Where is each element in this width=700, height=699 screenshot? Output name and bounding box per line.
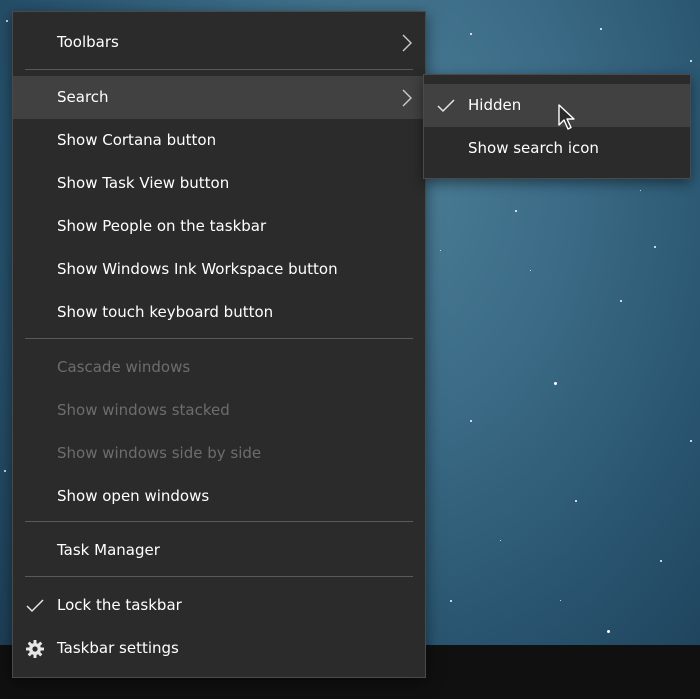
menu-separator [25,521,413,522]
menu-item-show-open-windows[interactable]: Show open windows [13,475,425,518]
wallpaper-star [660,560,662,562]
menu-item-cascade-windows: Cascade windows [13,346,425,389]
menu-item-label: Show People on the taskbar [57,217,267,235]
submenu-item-hidden[interactable]: Hidden [424,84,690,127]
menu-item-show-people[interactable]: Show People on the taskbar [13,205,425,248]
submenu-item-label: Show search icon [468,139,599,157]
wallpaper-star [450,600,452,602]
menu-item-show-cortana-button[interactable]: Show Cortana button [13,119,425,162]
checkmark-icon [26,599,44,613]
wallpaper-star [654,246,656,248]
wallpaper-star [470,420,472,422]
wallpaper-star [690,60,692,62]
mouse-pointer-icon [558,104,575,130]
menu-item-toolbars[interactable]: Toolbars [13,21,425,64]
menu-separator [25,69,413,70]
menu-item-show-task-view-button[interactable]: Show Task View button [13,162,425,205]
wallpaper-star [560,600,561,601]
checkmark-icon [437,99,455,113]
taskbar-context-menu: Toolbars Search Show Cortana button Show… [12,11,426,678]
menu-item-label: Taskbar settings [57,639,179,657]
menu-item-show-windows-side-by-side: Show windows side by side [13,432,425,475]
menu-separator [25,338,413,339]
search-submenu: Hidden Show search icon [423,74,691,179]
wallpaper-star [575,500,577,502]
menu-item-label: Task Manager [57,541,160,559]
menu-item-label: Cascade windows [57,358,191,376]
wallpaper-star [640,190,641,191]
menu-item-label: Lock the taskbar [57,596,182,614]
menu-item-lock-the-taskbar[interactable]: Lock the taskbar [13,584,425,627]
menu-item-label: Show Windows Ink Workspace button [57,260,338,278]
menu-item-taskbar-settings[interactable]: Taskbar settings [13,627,425,670]
menu-item-label: Show windows side by side [57,444,262,462]
chevron-right-icon [402,89,412,107]
menu-item-label: Toolbars [57,33,119,51]
menu-item-label: Show open windows [57,487,210,505]
wallpaper-star [4,470,6,472]
wallpaper-star [530,270,531,271]
wallpaper-star [500,540,501,541]
wallpaper-star [554,382,557,385]
chevron-right-icon [402,34,412,52]
submenu-item-label: Hidden [468,96,522,114]
menu-item-task-manager[interactable]: Task Manager [13,529,425,572]
menu-item-label: Show Task View button [57,174,230,192]
menu-item-label: Show Cortana button [57,131,217,149]
menu-item-label: Show touch keyboard button [57,303,274,321]
menu-item-label: Show windows stacked [57,401,230,419]
menu-item-show-touch-keyboard-button[interactable]: Show touch keyboard button [13,291,425,334]
menu-item-search[interactable]: Search [13,76,425,119]
wallpaper-star [600,28,602,30]
menu-item-label: Search [57,88,109,106]
wallpaper-star [6,20,8,22]
gear-icon [26,640,44,658]
menu-item-show-windows-stacked: Show windows stacked [13,389,425,432]
wallpaper-star [607,630,610,633]
menu-item-show-ink-workspace-button[interactable]: Show Windows Ink Workspace button [13,248,425,291]
wallpaper-star [515,210,517,212]
wallpaper-star [470,33,472,35]
menu-separator [25,576,413,577]
wallpaper-star [690,440,692,442]
wallpaper-star [440,250,441,251]
wallpaper-star [620,300,622,302]
submenu-item-show-search-icon[interactable]: Show search icon [424,127,690,170]
